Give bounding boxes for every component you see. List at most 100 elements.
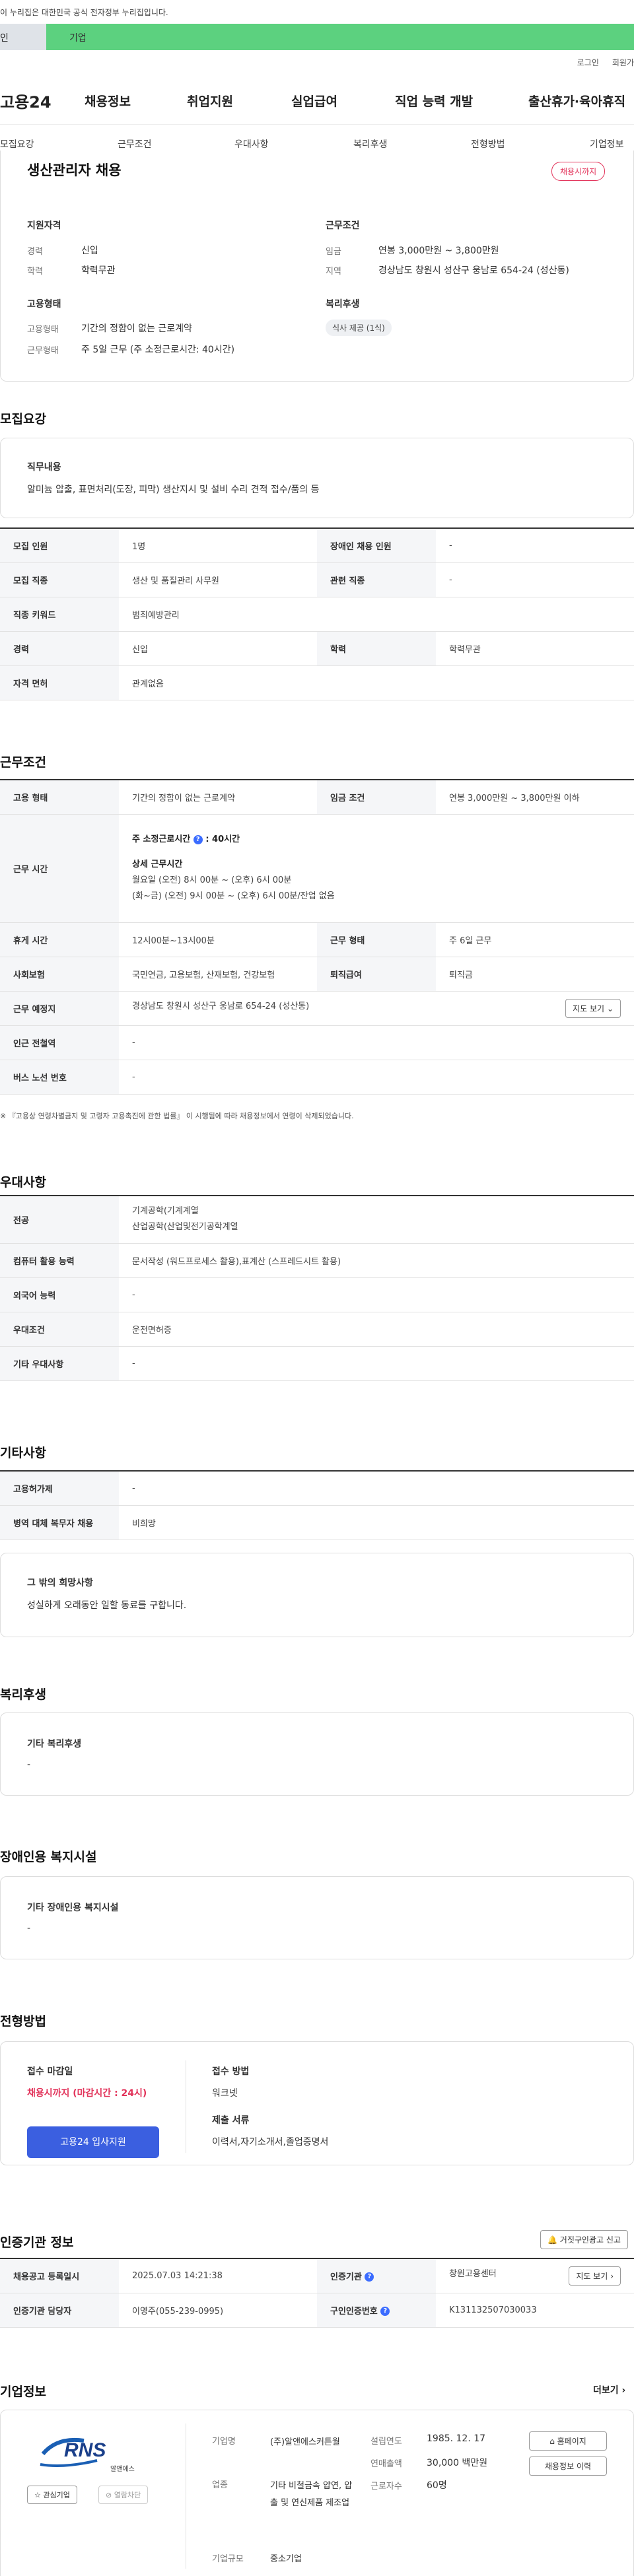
welfare-chip: 식사 제공 (1식) (326, 320, 392, 336)
tab-personal[interactable]: 인 (0, 24, 46, 50)
nav-unemployment-benefit[interactable]: 실업급여 (291, 92, 337, 110)
chevron-right-icon: › (610, 2271, 614, 2281)
agency-map-label: 지도 보기 (576, 2271, 608, 2281)
job-history-button[interactable]: 채용정보 이력 (529, 2457, 607, 2476)
tab-company[interactable]: 기업 (46, 24, 634, 50)
cell-value: 12시00분~13시00분 (119, 922, 317, 957)
label-employment-type: 고용형태 (27, 325, 59, 335)
job-title: 생산관리자 채용 (27, 162, 122, 178)
cell-header: 채용공고 등록일시 (0, 2258, 119, 2293)
docs-heading: 제출 서류 (212, 2115, 250, 2126)
nav-parental-leave[interactable]: 출산휴가·육아휴직 (528, 92, 625, 110)
cell-value: 기계공학(기계계열 산업공학(산업및전기공학계열 (119, 1196, 634, 1244)
cell-value: - (436, 528, 634, 563)
info-icon[interactable]: ? (380, 2307, 390, 2316)
cell-header: 기타 우대사항 (0, 1346, 119, 1381)
table-row: 모집 직종 생산 및 품질관리 사무원 관련 직종 - (0, 562, 634, 597)
block-view-button[interactable]: ⊘ 열람차단 (98, 2486, 149, 2504)
block-icon: ⊘ (106, 2491, 112, 2499)
site-logo[interactable]: 고용24 (0, 89, 79, 112)
cell-header: 외국어 능력 (0, 1277, 119, 1312)
deadline-value: 채용시까지 (마감시간 : 24시) (27, 2088, 147, 2099)
cell-value: - (119, 1277, 634, 1312)
homepage-button[interactable]: ⌂ 홈페이지 (529, 2431, 607, 2451)
join-link[interactable]: 회원가 (612, 57, 634, 68)
label-company-name: 기업명 (212, 2437, 236, 2447)
agency-table: 채용공고 등록일시 2025.07.03 14:21:38 인증기관 ? 창원고용센터… (0, 2258, 634, 2328)
anchor-welfare[interactable]: 복리후생 (353, 137, 388, 151)
disability-card: 기타 장애인용 복지시설 - (0, 1876, 634, 1959)
deadline-badge: 채용시까지 (551, 162, 606, 181)
more-link[interactable]: 더보기 › (593, 2383, 625, 2396)
favorite-label: 관심기업 (43, 2491, 70, 2499)
cell-header: 인증기관 ? (317, 2258, 436, 2293)
cell-header: 경력 (0, 631, 119, 666)
value-company-name: (주)알앤에스커튼월 (270, 2437, 340, 2447)
anchor-company[interactable]: 기업정보 (590, 137, 624, 151)
detail-hours-tue-fri: (화~금) (오전) 9시 00분 ~ (오후) 6시 00분/잔업 없음 (132, 891, 335, 901)
nav-vocational-training[interactable]: 직업 능력 개발 (395, 92, 473, 110)
map-view-label: 지도 보기 (573, 1003, 605, 1013)
anchor-conditions[interactable]: 근무조건 (118, 137, 152, 151)
agency-cell: 창원고용센터 지도 보기 › (436, 2258, 634, 2293)
apply-button[interactable]: 고용24 입사지원 (27, 2126, 159, 2158)
info-icon[interactable]: ? (365, 2272, 374, 2282)
cell-value: 연봉 3,000만원 ~ 3,800만원 이하 (436, 780, 634, 815)
method-value: 워크넷 (212, 2088, 238, 2099)
cell-header: 직종 키워드 (0, 597, 119, 632)
report-fake-ad-button[interactable]: 🔔 거짓구인광고 신고 (540, 2230, 628, 2249)
section-title-conditions: 근무조건 (0, 755, 46, 770)
info-icon[interactable]: ? (193, 834, 203, 844)
section-title-agency: 인증기관 정보 (0, 2235, 74, 2250)
cell-header: 사회보험 (0, 957, 119, 992)
group-qualification: 지원자격 (27, 220, 61, 231)
agency-map-button[interactable]: 지도 보기 › (569, 2266, 621, 2286)
table-row: 사회보험 국민연금, 고용보험, 산재보험, 건강보험 퇴직급여 퇴직금 (0, 957, 634, 992)
value-company-size: 중소기업 (270, 2554, 302, 2564)
login-link[interactable]: 로그인 (577, 57, 599, 68)
favorite-company-button[interactable]: ☆ 관심기업 (27, 2486, 77, 2504)
cell-header: 인근 전철역 (0, 1025, 119, 1060)
disability-heading: 기타 장애인용 복지시설 (27, 1903, 119, 1913)
weekly-hours-label: 주 소정근로시간 (132, 834, 191, 844)
cell-value: 2025.07.03 14:21:38 (119, 2258, 317, 2293)
company-card: RNS 알앤에스 ☆ 관심기업 ⊘ 열람차단 기업명 (주)알앤에스커튼월 업종… (0, 2410, 634, 2576)
nav-jobs[interactable]: 채용정보 (85, 92, 131, 110)
star-icon: ☆ (34, 2491, 41, 2499)
value-wage: 연봉 3,000만원 ~ 3,800만원 (378, 246, 499, 256)
cell-value: 1명 (119, 528, 317, 563)
hope-card: 그 밖의 희망사항 성실하게 오래동안 일할 동료를 구합니다. (0, 1553, 634, 1637)
cell-header: 전공 (0, 1196, 119, 1244)
label-work-type: 근무형태 (27, 346, 59, 356)
cell-header: 모집 직종 (0, 562, 119, 597)
logo-text: RNS (64, 2439, 106, 2461)
table-row: 자격 면허 관계없음 (0, 665, 634, 700)
cell-header: 학력 (317, 631, 436, 666)
cell-value: 기간의 정함이 없는 근로계약 (119, 780, 317, 815)
value-work-type: 주 5일 근무 (주 소정근로시간: 40시간) (81, 345, 235, 355)
disability-text: - (27, 1923, 31, 1934)
agency-name: 창원고용센터 (449, 2268, 497, 2279)
anchor-selection[interactable]: 전형방법 (471, 137, 505, 151)
cell-header: 고용허가제 (0, 1471, 119, 1506)
anchor-preferences[interactable]: 우대사항 (234, 137, 269, 151)
chevron-right-icon: › (621, 2385, 626, 2396)
work-hours-cell: 주 소정근로시간 ? : 40시간 상세 근무시간 월요일 (오전) 8시 00… (119, 814, 634, 923)
cell-header: 컴퓨터 활용 능력 (0, 1243, 119, 1278)
section-title-welfare: 복리후생 (0, 1687, 46, 1702)
global-nav: 고용24 채용정보 취업지원 실업급여 직업 능력 개발 출산휴가·육아휴직 (0, 87, 634, 114)
weekly-hours-value: : 40시간 (205, 834, 240, 844)
anchor-recruit[interactable]: 모집요강 (0, 137, 34, 151)
nav-employment-support[interactable]: 취업지원 (187, 92, 233, 110)
table-row: 컴퓨터 활용 능력 문서작성 (워드프로세스 활용),표계산 (스프레드시트 활용… (0, 1243, 634, 1278)
cell-value: - (436, 562, 634, 597)
cell-value: - (119, 1346, 634, 1381)
value-employees: 60명 (427, 2480, 447, 2491)
cell-value: 신입 (119, 631, 317, 666)
map-view-button[interactable]: 지도 보기 ⌄ (565, 998, 621, 1018)
report-label: 거짓구인광고 신고 (559, 2235, 621, 2245)
workplace-address: 경상남도 창원시 성산구 웅남로 654-24 (성산동) (132, 1001, 310, 1011)
duty-heading: 직무내용 (27, 462, 61, 473)
value-career: 신입 (81, 246, 98, 256)
label-industry: 업종 (212, 2480, 228, 2490)
